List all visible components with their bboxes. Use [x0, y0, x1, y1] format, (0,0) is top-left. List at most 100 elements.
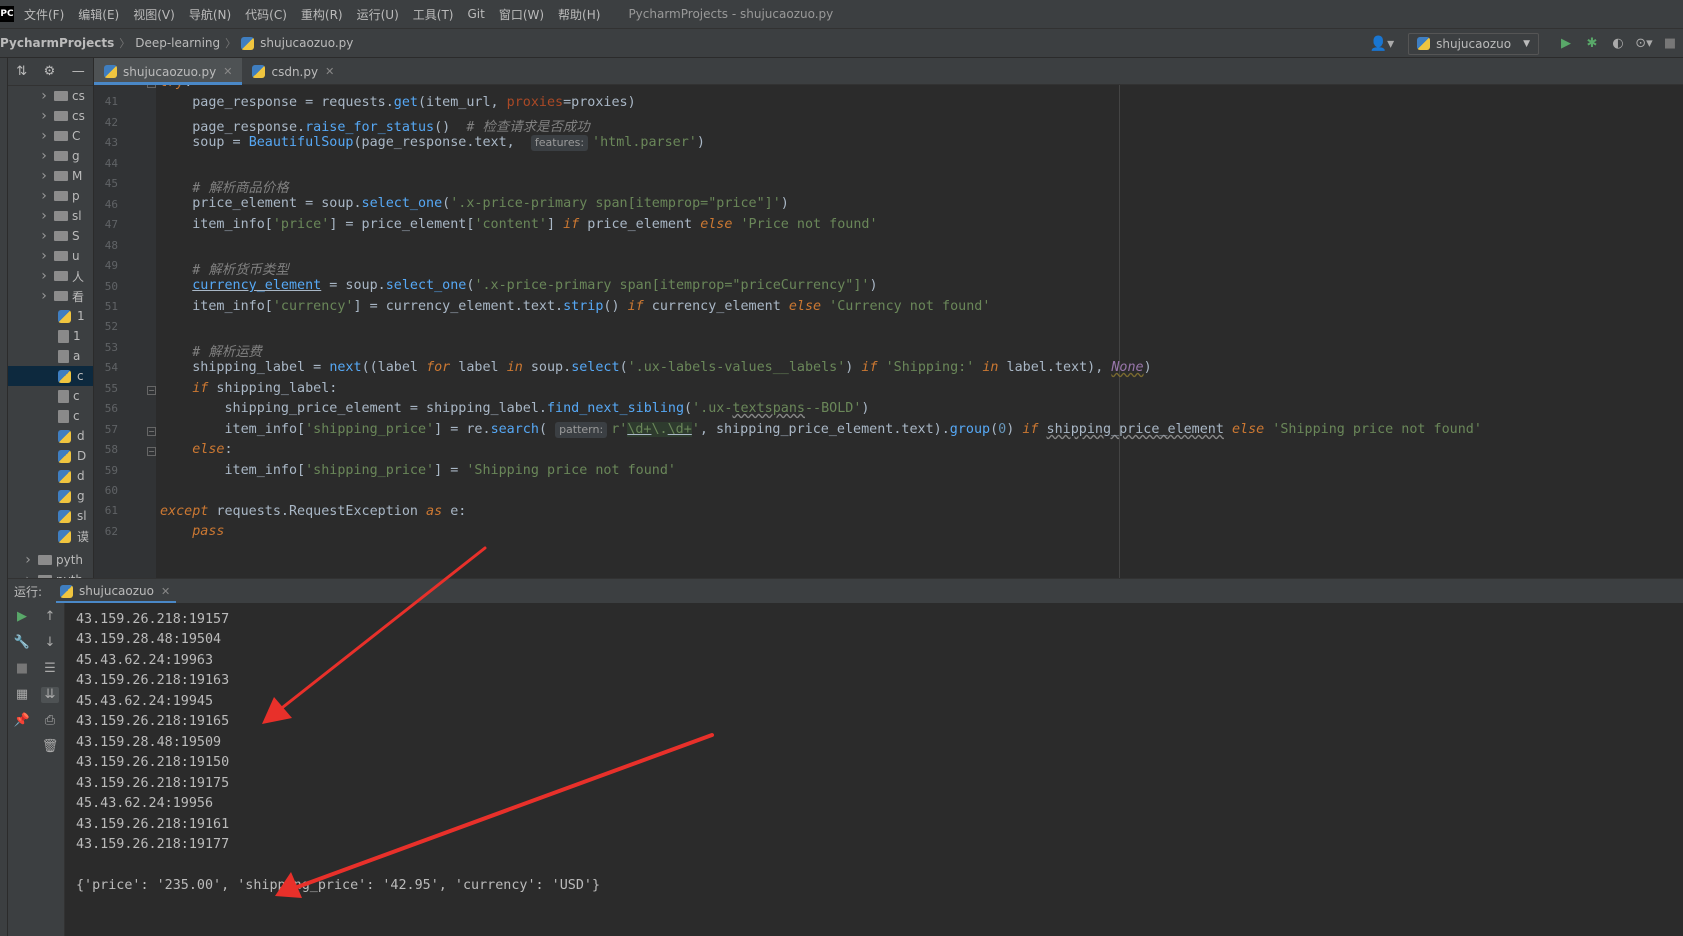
fold-marker-icon[interactable]: −	[147, 85, 156, 88]
rerun-icon[interactable]: ▶	[13, 609, 31, 625]
close-icon[interactable]: ✕	[223, 65, 232, 78]
run-configuration-label: shujucaozuo	[1436, 36, 1512, 51]
breadcrumb-project[interactable]: PycharmProjects	[0, 36, 114, 50]
tree-item[interactable]: › sl	[8, 206, 93, 226]
menu-code[interactable]: 代码(C)	[245, 6, 287, 23]
tree-item[interactable]: c	[8, 366, 93, 386]
tree-item[interactable]: › g	[8, 146, 93, 166]
tree-item[interactable]: › S	[8, 226, 93, 246]
tree-item[interactable]: 1	[8, 326, 93, 346]
chevron-right-icon[interactable]: ›	[38, 128, 50, 144]
minimize-icon[interactable]: —	[72, 64, 85, 79]
tree-item[interactable]: c	[8, 386, 93, 406]
chevron-right-icon[interactable]: ›	[38, 228, 50, 244]
run-tab-shujucaozuo[interactable]: shujucaozuo ✕	[56, 579, 177, 604]
tree-item[interactable]: 谟	[8, 526, 93, 546]
stop-icon[interactable]: ■	[1657, 36, 1683, 51]
close-icon[interactable]: ✕	[161, 585, 170, 598]
menu-view[interactable]: 视图(V)	[133, 6, 175, 23]
soft-wrap-icon[interactable]: ☰	[41, 661, 59, 677]
print-icon[interactable]: ⎙	[41, 713, 59, 729]
wrench-icon[interactable]: 🔧	[13, 635, 31, 651]
tree-item[interactable]: D	[8, 446, 93, 466]
breadcrumb-folder[interactable]: Deep-learning	[135, 36, 220, 50]
tree-item[interactable]: › cs	[8, 86, 93, 106]
python-file-icon	[58, 469, 71, 483]
chevron-right-icon[interactable]: ›	[38, 188, 50, 204]
close-icon[interactable]: ✕	[325, 65, 334, 78]
chevron-right-icon[interactable]: ›	[38, 288, 50, 304]
debug-icon[interactable]: ✱	[1579, 36, 1605, 51]
line-number: 47	[104, 218, 118, 232]
profile-icon[interactable]: ⊙▾	[1631, 36, 1657, 51]
tree-item[interactable]: d	[8, 426, 93, 446]
layout-icon[interactable]: ▦	[13, 687, 31, 703]
line-number: 49	[104, 259, 118, 273]
breadcrumb-file[interactable]: shujucaozuo.py	[260, 36, 353, 50]
code-editor[interactable]: 40 41 42 43 44 45 46 47 48 49 50 51 52 53 54 55 56 57 58 59…	[94, 85, 1683, 578]
menu-run[interactable]: 运行(U)	[357, 6, 399, 23]
tree-item[interactable]: › C	[8, 126, 93, 146]
chevron-right-icon[interactable]: ›	[38, 88, 50, 104]
folder-icon	[54, 191, 68, 201]
fold-marker-icon[interactable]: −	[147, 427, 156, 436]
line-number: 55	[104, 381, 118, 395]
arrow-up-icon[interactable]: ↑	[41, 609, 59, 625]
tree-item[interactable]: › p	[8, 186, 93, 206]
run-console-output[interactable]: 43.159.26.218:19178 43.159.26.218:19157 43…	[65, 603, 1683, 936]
chevron-right-icon[interactable]: ›	[38, 208, 50, 224]
coverage-icon[interactable]: ◐	[1605, 36, 1631, 51]
breadcrumb-separator-icon: 〉	[225, 37, 237, 50]
tree-item[interactable]: a	[8, 346, 93, 366]
chevron-right-icon[interactable]: ›	[38, 148, 50, 164]
run-icon[interactable]: ▶	[1553, 36, 1579, 51]
menu-window[interactable]: 窗口(W)	[499, 6, 544, 23]
fold-marker-icon[interactable]: −	[147, 386, 156, 395]
chevron-right-icon[interactable]: ›	[38, 108, 50, 124]
menu-navigate[interactable]: 导航(N)	[189, 6, 231, 23]
code-line: item_info['price'] = price_element['cont…	[160, 217, 878, 232]
user-icon[interactable]: 👤▾	[1370, 36, 1394, 52]
scroll-to-end-icon[interactable]: ⇊	[41, 687, 59, 703]
pin-icon[interactable]: 📌	[13, 713, 31, 729]
tree-item[interactable]: 1	[8, 306, 93, 326]
run-tab-label: shujucaozuo	[79, 584, 154, 598]
collapse-all-icon[interactable]: ⇅	[16, 64, 27, 79]
project-panel: ⇅ ⚙ — › cs › cs › C › g › M › p › sl › S › u › 人 › 看 1 1 a c c c d Dd…	[8, 58, 94, 578]
console-line: 45.43.62.24:19945	[76, 693, 214, 709]
chevron-right-icon[interactable]: ›	[38, 168, 50, 184]
tree-item[interactable]: › cs	[8, 106, 93, 126]
tree-item[interactable]: ›pyth	[8, 550, 93, 570]
tree-item[interactable]: c	[8, 406, 93, 426]
tree-item[interactable]: sl	[8, 506, 93, 526]
tree-item[interactable]: › 看	[8, 286, 93, 306]
menu-refactor[interactable]: 重构(R)	[301, 6, 343, 23]
chevron-right-icon[interactable]: ›	[38, 268, 50, 284]
tree-item[interactable]: › u	[8, 246, 93, 266]
stop-icon[interactable]: ■	[13, 661, 31, 677]
menu-help[interactable]: 帮助(H)	[558, 6, 600, 23]
run-configuration-select[interactable]: shujucaozuo ▼	[1408, 32, 1539, 55]
tree-item[interactable]: ›pyth	[8, 570, 93, 578]
tree-item[interactable]: › M	[8, 166, 93, 186]
tab-csdn[interactable]: csdn.py ✕	[242, 58, 344, 85]
gear-icon[interactable]: ⚙	[44, 64, 56, 79]
tab-shujucaozuo[interactable]: shujucaozuo.py ✕	[94, 58, 243, 85]
fold-marker-icon[interactable]: −	[147, 447, 156, 456]
menu-edit[interactable]: 编辑(E)	[78, 6, 119, 23]
menu-file[interactable]: 文件(F)	[24, 6, 64, 23]
arrow-down-icon[interactable]: ↓	[41, 635, 59, 651]
line-number: 58	[104, 443, 118, 457]
tree-item[interactable]: d	[8, 466, 93, 486]
line-number: 46	[104, 197, 118, 211]
tree-item[interactable]: g	[8, 486, 93, 506]
chevron-right-icon[interactable]: ›	[22, 552, 34, 568]
project-toolbar: ⇅ ⚙ —	[8, 58, 93, 86]
menu-tools[interactable]: 工具(T)	[413, 6, 454, 23]
code-line: soup = BeautifulSoup(page_response.text,…	[160, 135, 705, 151]
menu-git[interactable]: Git	[467, 7, 484, 21]
trash-icon[interactable]: 🗑	[41, 739, 59, 755]
line-number: 62	[104, 524, 118, 538]
tree-item[interactable]: › 人	[8, 266, 93, 286]
chevron-right-icon[interactable]: ›	[38, 248, 50, 264]
